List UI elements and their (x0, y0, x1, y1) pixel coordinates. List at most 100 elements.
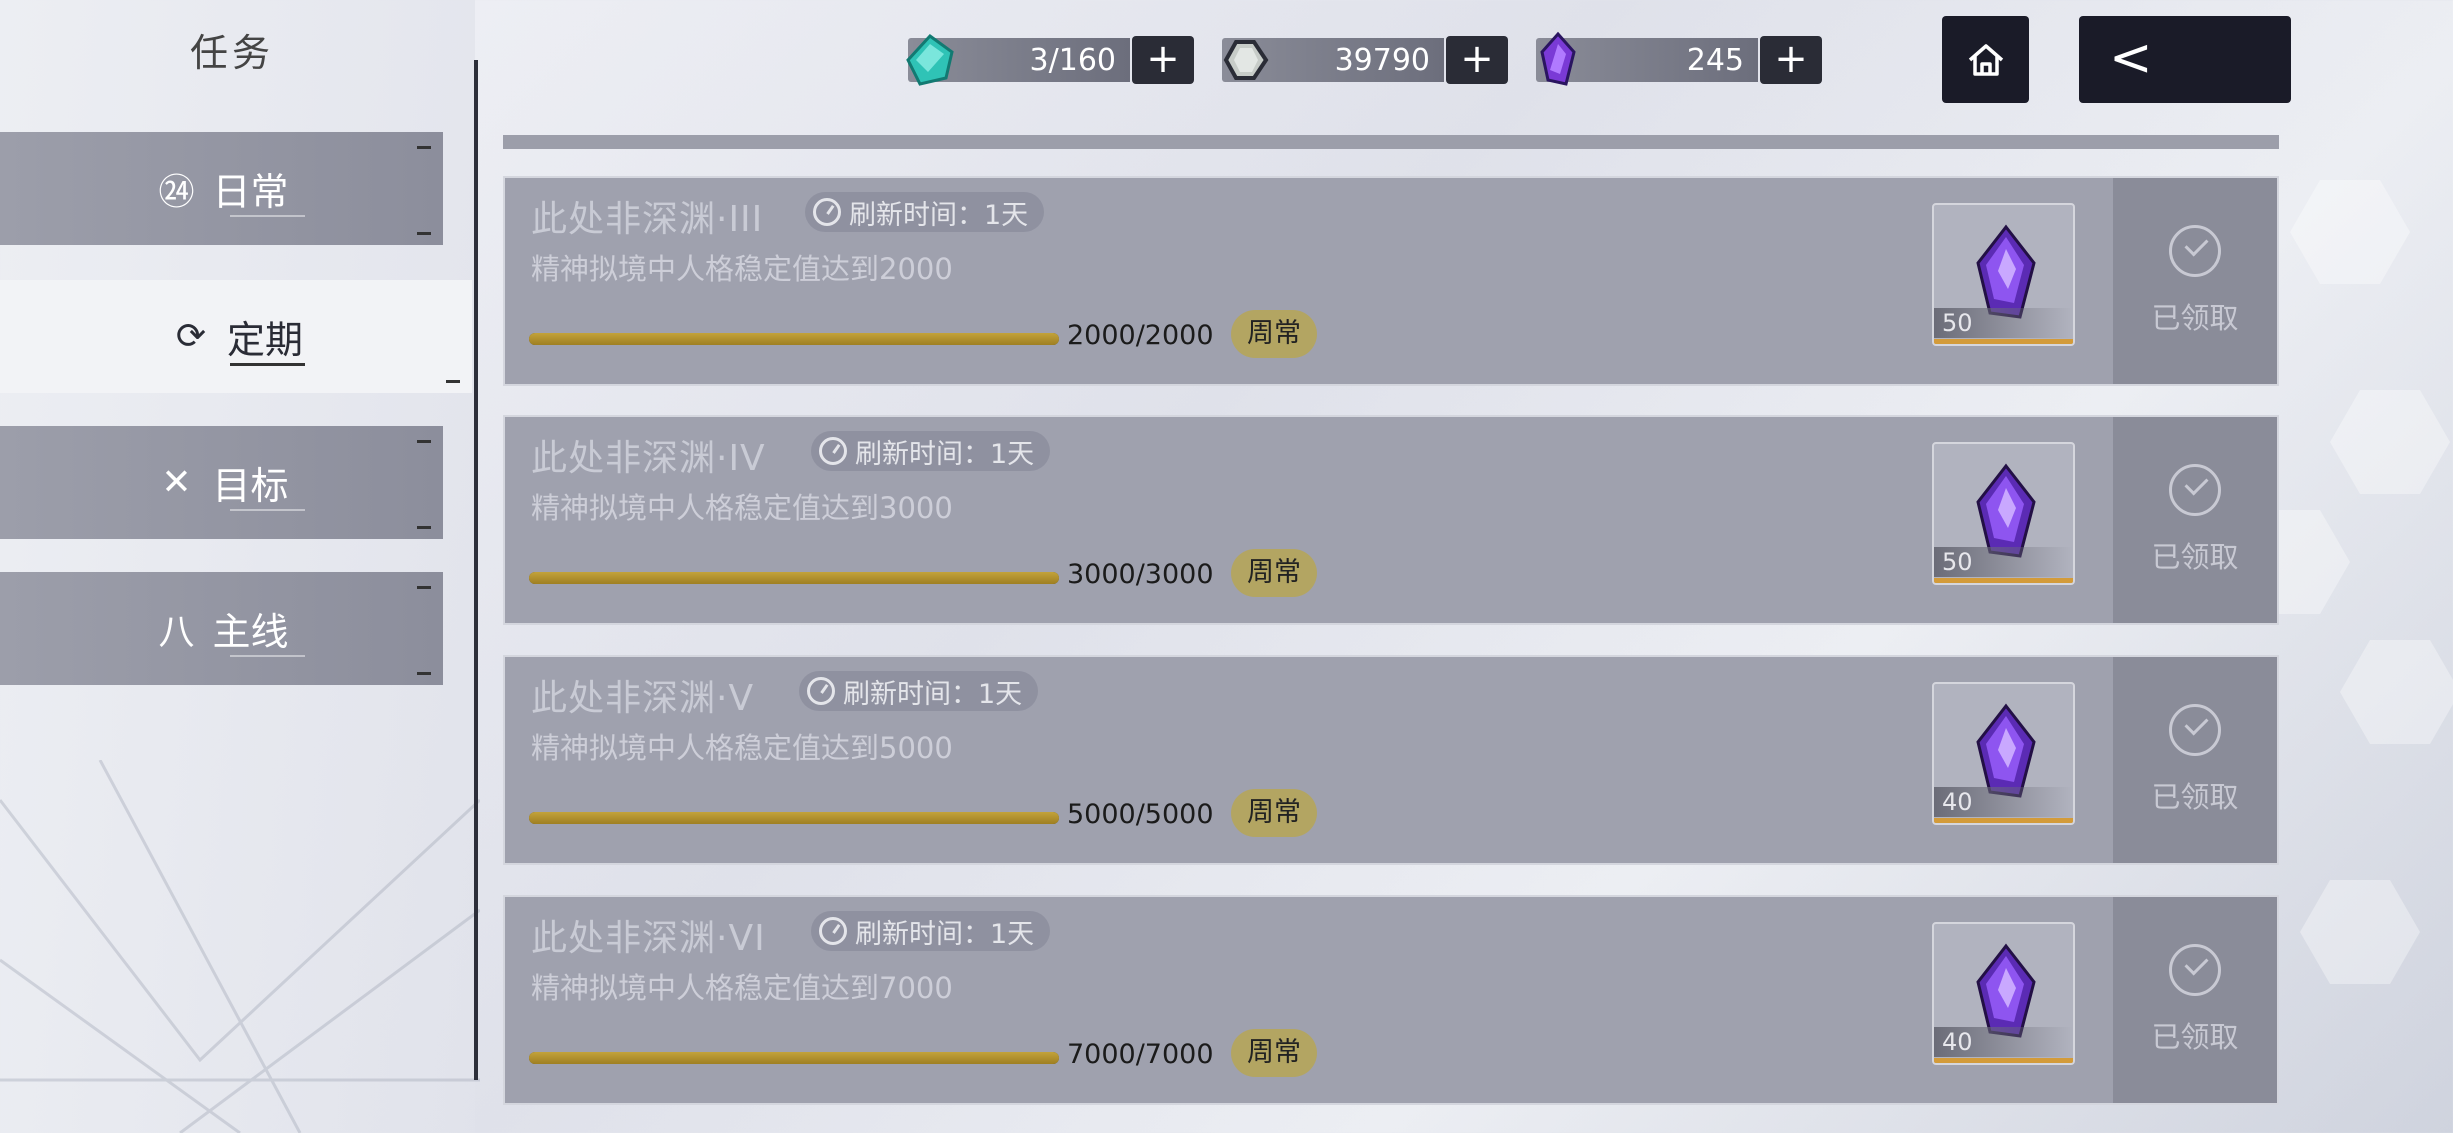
cycle-icon: ⟳ (175, 316, 207, 357)
bg-hexagon (2330, 390, 2450, 494)
progress-bar (529, 812, 1059, 824)
rarity-strip (1934, 578, 2073, 583)
back-button[interactable]: < (2079, 16, 2291, 103)
sidebar-item-daily[interactable]: ㉔ 日常 (0, 132, 443, 245)
weekly-badge: 周常 (1231, 789, 1317, 837)
sidebar-item-goals[interactable]: ✕ 目标 (0, 426, 443, 539)
progress-fill (529, 1052, 1059, 1064)
refresh-timer: 刷新时间：1天 (811, 911, 1051, 951)
refresh-label: 刷新时间：1天 (849, 199, 1029, 231)
teal-gem-icon (906, 33, 954, 86)
clock-icon (807, 677, 835, 705)
progress-text: 5000/5000 (1067, 799, 1214, 830)
resource-stamina: 3/160 + (906, 33, 1194, 86)
purple-crystal-icon (1540, 31, 1576, 86)
rarity-strip (1934, 1058, 2073, 1063)
progress-text: 3000/3000 (1067, 559, 1214, 590)
claimed-status: 已领取 (2113, 417, 2277, 623)
page-title: 任务 (190, 31, 275, 75)
label-underline (230, 509, 305, 511)
sidebar-item-periodic[interactable]: ⟳ 定期 (0, 280, 472, 393)
check-circle-icon (2169, 944, 2221, 996)
task-title: 此处非深渊·VI (531, 918, 766, 959)
progress-text: 2000/2000 (1067, 320, 1214, 351)
corner-tick (417, 440, 431, 443)
task-card: 此处非深渊·III 刷新时间：1天 精神拟境中人格稳定值达到2000 2000/… (503, 176, 2279, 386)
sidebar-item-label: 日常 (212, 170, 289, 214)
sidebar-item-label: 定期 (226, 318, 303, 362)
task-card: 此处非深渊·IV 刷新时间：1天 精神拟境中人格稳定值达到3000 3000/3… (503, 415, 2279, 625)
sidebar-divider (474, 60, 478, 1080)
corner-tick (446, 380, 460, 383)
task-description: 精神拟境中人格稳定值达到7000 (531, 971, 953, 1005)
bg-hexagon (2340, 640, 2453, 744)
sidebar-item-main-story[interactable]: 八 主线 (0, 572, 443, 685)
label-underline (230, 655, 305, 657)
reward-item[interactable]: 50 (1932, 442, 2075, 585)
claimed-label: 已领取 (2151, 1020, 2239, 1054)
silver-coin-icon (1223, 40, 1269, 80)
list-top-edge (503, 135, 2279, 149)
corner-tick (417, 232, 431, 235)
task-card: 此处非深渊·V 刷新时间：1天 精神拟境中人格稳定值达到5000 5000/50… (503, 655, 2279, 865)
reward-item[interactable]: 40 (1932, 682, 2075, 825)
weekly-badge: 周常 (1231, 549, 1317, 597)
check-circle-icon (2169, 464, 2221, 516)
progress-fill (529, 333, 1059, 345)
claimed-status: 已领取 (2113, 657, 2277, 863)
refresh-timer: 刷新时间：1天 (799, 671, 1039, 711)
sidebar-item-label: 目标 (212, 464, 289, 508)
task-title: 此处非深渊·V (531, 678, 755, 719)
resource-crystal: 245 + (1536, 31, 1822, 86)
corner-tick (417, 146, 431, 149)
corner-tick (417, 526, 431, 529)
reward-quantity: 50 (1934, 308, 2073, 338)
progress-bar (529, 572, 1059, 584)
claimed-label: 已领取 (2151, 301, 2239, 335)
progress-fill (529, 572, 1059, 584)
claimed-label: 已领取 (2151, 540, 2239, 574)
label-underline (230, 215, 305, 217)
reward-quantity: 50 (1934, 547, 2073, 577)
sidebar-pattern (0, 760, 480, 1133)
home-icon (1968, 43, 2003, 76)
add-stamina-button[interactable]: + (1132, 36, 1194, 84)
task-description: 精神拟境中人格稳定值达到5000 (531, 731, 953, 765)
bg-hexagon (2290, 180, 2410, 284)
claimed-status: 已领取 (2113, 897, 2277, 1103)
refresh-label: 刷新时间：1天 (855, 918, 1035, 950)
weekly-badge: 周常 (1231, 310, 1317, 358)
add-crystal-button[interactable]: + (1760, 36, 1822, 84)
add-coins-button[interactable]: + (1446, 36, 1508, 84)
clock-icon (819, 917, 847, 945)
refresh-label: 刷新时间：1天 (843, 678, 1023, 710)
bg-hexagon (2300, 880, 2420, 984)
task-title: 此处非深渊·III (531, 199, 764, 240)
progress-text: 7000/7000 (1067, 1039, 1214, 1070)
mainline-icon: 八 (158, 611, 195, 653)
reward-quantity: 40 (1934, 1027, 2073, 1057)
task-description: 精神拟境中人格稳定值达到2000 (531, 252, 953, 286)
weekly-badge: 周常 (1231, 1029, 1317, 1077)
rarity-strip (1934, 339, 2073, 344)
refresh-timer: 刷新时间：1天 (811, 431, 1051, 471)
reward-item[interactable]: 40 (1932, 922, 2075, 1065)
back-arrow-icon: < (2109, 28, 2153, 88)
task-description: 精神拟境中人格稳定值达到3000 (531, 491, 953, 525)
sidebar: 任务 ㉔ 日常 ⟳ 定期 ✕ 目标 八 主线 (0, 0, 480, 1133)
rarity-strip (1934, 818, 2073, 823)
check-circle-icon (2169, 225, 2221, 277)
home-button[interactable] (1942, 16, 2029, 103)
refresh-label: 刷新时间：1天 (855, 438, 1035, 470)
reward-quantity: 40 (1934, 787, 2073, 817)
reward-item[interactable]: 50 (1932, 203, 2075, 346)
sidebar-item-label: 主线 (212, 610, 289, 654)
label-underline (230, 363, 305, 366)
progress-bar (529, 1052, 1059, 1064)
clock-icon (813, 198, 841, 226)
corner-tick (417, 672, 431, 675)
progress-bar (529, 333, 1059, 345)
resource-coins: 39790 + (1222, 36, 1508, 84)
task-title: 此处非深渊·IV (531, 438, 766, 479)
check-circle-icon (2169, 704, 2221, 756)
